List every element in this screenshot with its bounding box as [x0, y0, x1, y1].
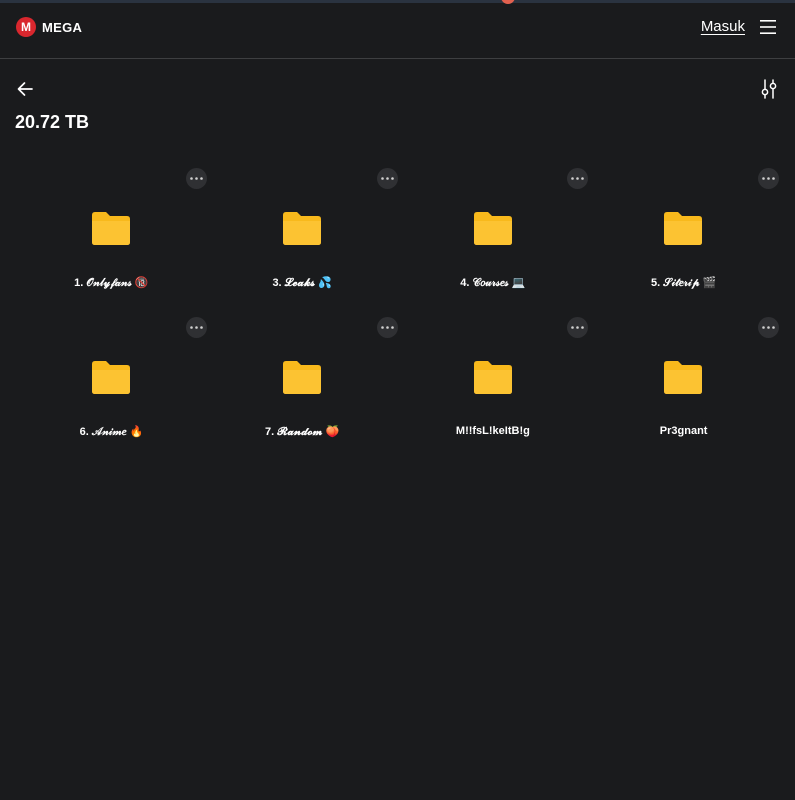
more-options-button[interactable]: [758, 316, 779, 338]
more-options-button[interactable]: [376, 168, 398, 189]
more-horizontal-icon: [189, 177, 203, 180]
folder-icon: [664, 360, 703, 394]
login-link[interactable]: Masuk: [701, 18, 745, 35]
more-horizontal-icon: [189, 325, 203, 329]
more-horizontal-icon: [762, 325, 775, 329]
folder-icon: [473, 360, 512, 394]
folder-icon: [664, 212, 703, 245]
more-horizontal-icon: [571, 325, 585, 329]
folder-tile[interactable]: 6. 𝒜𝓃𝒾𝓂𝑒 🔥: [16, 309, 207, 458]
more-options-button[interactable]: [376, 316, 398, 338]
folder-name: 1. 𝒪𝓃𝓁𝓎𝒻𝒶𝓃𝓈 🔞: [74, 277, 149, 289]
folder-icon: [473, 212, 512, 245]
sort-filter-icon[interactable]: [761, 79, 777, 99]
more-options-button[interactable]: [185, 168, 207, 189]
folder-name: M!!fsL!keItB!g: [455, 424, 530, 437]
more-horizontal-icon: [571, 177, 585, 180]
folder-name: 5. 𝒮𝒾𝓉𝑒𝓇𝒾𝓅 🎬: [651, 277, 717, 289]
folder-name: 3. 𝓛𝓮𝓪𝓴𝓼 💦: [272, 277, 332, 289]
more-options-button[interactable]: [758, 168, 779, 189]
folder-tile[interactable]: M!!fsL!keItB!g: [398, 309, 589, 458]
top-bar: M MEGA Masuk: [0, 3, 795, 59]
folder-name: 7. 𝓡𝓪𝓷𝓭𝓸𝓶 🍑: [265, 425, 340, 438]
more-horizontal-icon: [380, 325, 394, 329]
folder-name: Pr3gnant: [659, 424, 708, 437]
folder-tile[interactable]: 5. 𝒮𝒾𝓉𝑒𝓇𝒾𝓅 🎬: [588, 160, 779, 309]
arrow-left-icon[interactable]: [16, 80, 34, 98]
total-size: 20.72 TB: [15, 112, 90, 132]
mega-logo-text: MEGA: [42, 19, 83, 35]
more-horizontal-icon: [762, 177, 775, 180]
folder-tile[interactable]: 4. 𝒞𝑜𝓊𝓇𝓈𝑒𝓈 💻: [398, 160, 589, 309]
folder-tile[interactable]: 7. 𝓡𝓪𝓷𝓭𝓸𝓶 🍑: [207, 309, 398, 458]
folder-tile[interactable]: Pr3gnant: [588, 309, 779, 458]
mega-logo[interactable]: M MEGA: [16, 17, 82, 37]
folder-icon: [282, 360, 321, 394]
mega-logo-icon: M: [16, 17, 36, 37]
folder-icon: [92, 212, 130, 245]
folder-icon: [92, 360, 130, 394]
folder-tile[interactable]: 3. 𝓛𝓮𝓪𝓴𝓼 💦: [207, 160, 398, 309]
more-options-button[interactable]: [567, 316, 589, 338]
more-horizontal-icon: [380, 177, 394, 180]
folder-tile[interactable]: 1. 𝒪𝓃𝓁𝓎𝒻𝒶𝓃𝓈 🔞: [16, 160, 207, 309]
more-options-button[interactable]: [185, 316, 207, 338]
folder-name: 4. 𝒞𝑜𝓊𝓇𝓈𝑒𝓈 💻: [460, 277, 526, 289]
folder-name: 6. 𝒜𝓃𝒾𝓂𝑒 🔥: [79, 425, 144, 438]
hamburger-menu-icon[interactable]: [760, 20, 776, 34]
more-options-button[interactable]: [567, 168, 589, 189]
folder-icon: [282, 212, 321, 245]
folder-grid: 1. 𝒪𝓃𝓁𝓎𝒻𝒶𝓃𝓈 🔞 3. 𝓛𝓮𝓪𝓴𝓼 💦 4. 𝒞𝑜𝓊𝓇𝓈𝑒𝓈 💻 5.…: [16, 160, 779, 457]
